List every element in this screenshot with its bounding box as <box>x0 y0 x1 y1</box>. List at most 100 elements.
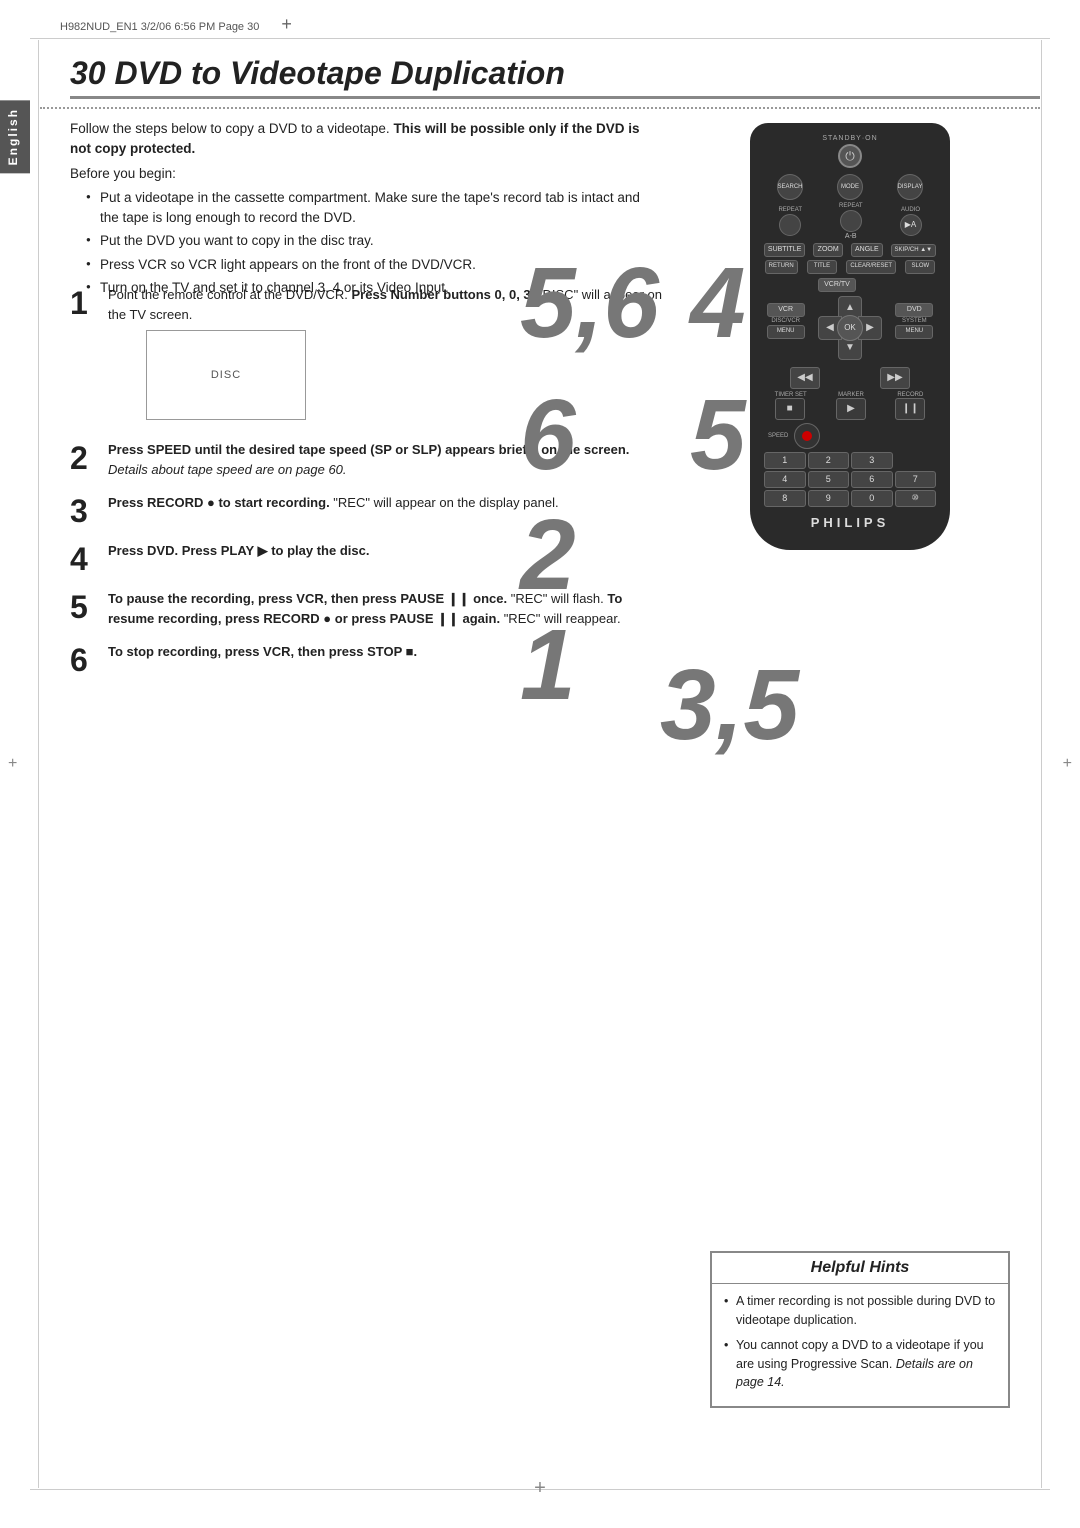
vcr-button[interactable]: VCR <box>767 303 805 317</box>
overlay-1: 1 <box>520 615 576 715</box>
disc-vcr-button[interactable]: MENU <box>767 325 805 338</box>
clear-reset-button[interactable]: CLEAR/RESET <box>846 260 896 273</box>
num-6-button[interactable]: 6 <box>851 471 893 488</box>
mode-button[interactable]: MODE <box>837 174 863 200</box>
dvd-col: DVD SYSTEM MENU <box>895 303 933 339</box>
repeat-col2: REPEAT A-B <box>839 203 863 240</box>
border-right <box>1041 40 1042 1488</box>
rwff-row: ◀◀ ▶▶ <box>760 367 940 389</box>
vcrtv-col: VCR/TV ▲ ▼ ◀ ▶ OK <box>818 278 882 364</box>
step-5: 5 To pause the recording, press VCR, the… <box>70 589 670 628</box>
return-button[interactable]: RETURN <box>765 260 798 273</box>
marker-label: MARKER <box>836 392 866 398</box>
audio-col: AUDIO ▶A <box>900 207 922 237</box>
record-speed-row: SPEED <box>760 423 940 449</box>
overlay-56: 5,6 <box>520 253 659 353</box>
remote-row-search: SEARCH MODE DISPLAY <box>760 174 940 200</box>
record-dot <box>802 431 812 441</box>
stop-label-top: TIMER SET <box>775 392 807 398</box>
search-button[interactable]: SEARCH <box>777 174 803 200</box>
header-text: H982NUD_EN1 3/2/06 6:56 PM Page 30 <box>60 21 259 33</box>
step-3: 3 Press RECORD ● to start recording. "RE… <box>70 493 670 527</box>
overlay-2: 2 <box>520 505 576 605</box>
step-5-number: 5 <box>70 591 108 623</box>
num-9-button[interactable]: 9 <box>808 490 850 507</box>
title-button[interactable]: TITLE <box>807 260 837 273</box>
disc-label: DISC <box>211 367 241 384</box>
rewind-button[interactable]: ◀◀ <box>790 367 820 389</box>
ffwd-button[interactable]: ▶▶ <box>880 367 910 389</box>
step-2-content: Press SPEED until the desired tape speed… <box>108 440 670 479</box>
step-3-content: Press RECORD ● to start recording. "REC"… <box>108 493 670 513</box>
skip-button[interactable]: SKIP/CH ▲▼ <box>891 244 937 257</box>
slow-button[interactable]: SLOW <box>905 260 935 273</box>
repeat1-button[interactable] <box>779 214 801 236</box>
num-0-button[interactable]: 0 <box>851 490 893 507</box>
num-4-button[interactable]: 4 <box>764 471 806 488</box>
ok-button[interactable]: OK <box>837 315 863 341</box>
play-button[interactable]: ▶ <box>836 398 866 420</box>
step-2: 2 Press SPEED until the desired tape spe… <box>70 440 670 479</box>
record-label: RECORD <box>895 392 925 398</box>
stop-button[interactable]: ■ <box>775 398 805 420</box>
vcrtv-button[interactable]: VCR/TV <box>818 278 856 292</box>
overlay-35: 3,5 <box>660 655 799 755</box>
dvd-button[interactable]: DVD <box>895 303 933 317</box>
play-col: MARKER ▶ <box>836 392 866 420</box>
overlay-6: 6 <box>520 385 576 485</box>
hints-content: A timer recording is not possible during… <box>712 1284 1008 1406</box>
repeat2-button[interactable] <box>840 210 862 232</box>
step-6-number: 6 <box>70 644 108 676</box>
overlay-4: 4 <box>690 253 746 353</box>
num-1-button[interactable]: 1 <box>764 452 806 469</box>
repeat-col1: REPEAT <box>778 207 802 237</box>
standby-button[interactable] <box>838 144 862 168</box>
vcr-col: VCR DISC/VCR MENU <box>767 303 805 339</box>
angle-col: ANGLE <box>851 243 883 257</box>
remote-row-repeat: REPEAT REPEAT A-B AUDIO ▶A <box>760 203 940 240</box>
step-6: 6 To stop recording, press VCR, then pre… <box>70 642 670 676</box>
display-button[interactable]: DISPLAY <box>897 174 923 200</box>
remote-control: STANDBY·ON SEARCH MODE DISPLAY REPEAT RE… <box>750 123 950 550</box>
pause-button[interactable]: ❙❙ <box>895 398 925 420</box>
step-4: 4 Press DVD. Press PLAY ▶ to play the di… <box>70 541 670 575</box>
zoom-button[interactable]: ZOOM <box>813 243 843 257</box>
audio-button[interactable]: ▶A <box>900 214 922 236</box>
language-tab: English <box>0 100 30 173</box>
step-4-number: 4 <box>70 543 108 575</box>
zoom-col: ZOOM <box>813 243 843 257</box>
step-5-content: To pause the recording, press VCR, then … <box>108 589 670 628</box>
record-button[interactable] <box>794 423 820 449</box>
title-divider <box>40 107 1040 109</box>
system-label: SYSTEM <box>895 318 933 324</box>
pause-col: RECORD ❙❙ <box>895 392 925 420</box>
intro-line1: Follow the steps below to copy a DVD to … <box>70 119 660 160</box>
num-5-button[interactable]: 5 <box>808 471 850 488</box>
hint-2: You cannot copy a DVD to a videotape if … <box>724 1336 996 1392</box>
hint-1: A timer recording is not possible during… <box>724 1292 996 1330</box>
disc-vcr-label: DISC/VCR <box>767 318 805 324</box>
stop-col: TIMER SET ■ <box>775 392 807 420</box>
page-header: H982NUD_EN1 3/2/06 6:56 PM Page 30 <box>60 18 1020 36</box>
stop-play-pause-row: TIMER SET ■ MARKER ▶ RECORD ❙❙ <box>760 392 940 420</box>
mode-buttons-row: VCR DISC/VCR MENU VCR/TV ▲ ▼ ◀ ▶ OK DVD <box>760 278 940 364</box>
chapter-title-text: DVD to Videotape Duplication <box>114 55 564 91</box>
step-3-number: 3 <box>70 495 108 527</box>
hints-box: Helpful Hints A timer recording is not p… <box>710 1251 1010 1408</box>
step-2-number: 2 <box>70 442 108 474</box>
num-7-button[interactable]: 7 <box>895 471 937 488</box>
chapter-number: 30 <box>70 55 106 91</box>
border-left <box>38 40 39 1488</box>
num-2-button[interactable]: 2 <box>808 452 850 469</box>
num-8-button[interactable]: 8 <box>764 490 806 507</box>
hints-title: Helpful Hints <box>712 1253 1008 1284</box>
num-3-button[interactable]: 3 <box>851 452 893 469</box>
system-menu-button[interactable]: MENU <box>895 325 933 338</box>
numpad: 1 2 3 4 5 6 7 8 9 0 ⑩ <box>764 452 936 507</box>
before-begin: Before you begin: <box>70 164 660 184</box>
top-crosshair <box>279 18 297 36</box>
angle-button[interactable]: ANGLE <box>851 243 883 257</box>
main-content: 30 DVD to Videotape Duplication Follow t… <box>40 55 1040 1488</box>
num-10-button[interactable]: ⑩ <box>895 490 937 507</box>
subtitle-button[interactable]: SUBTITLE <box>764 243 805 257</box>
